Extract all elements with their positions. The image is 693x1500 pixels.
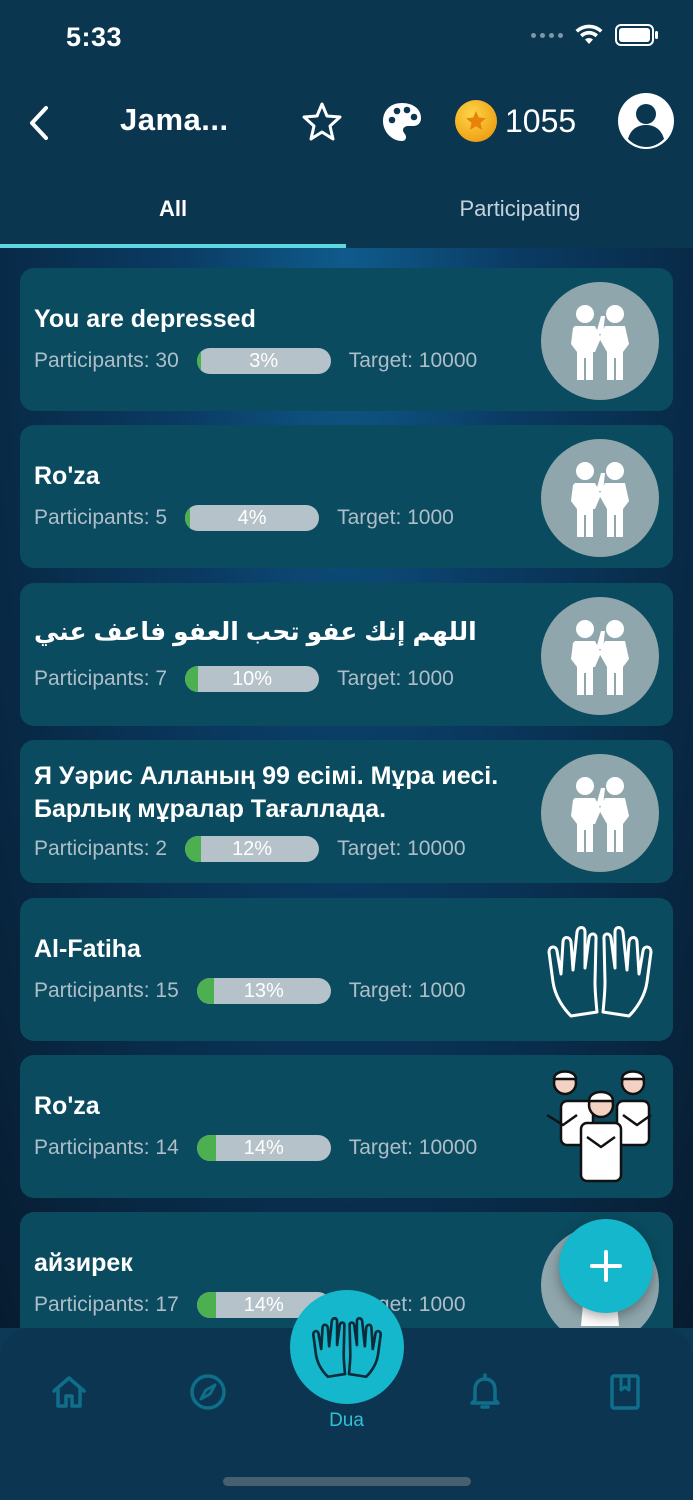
progress-bar: 12% — [185, 836, 320, 862]
book-icon — [610, 1374, 640, 1410]
home-indicator — [223, 1477, 471, 1486]
nav-dua-label: Dua — [329, 1410, 364, 1431]
two-people-icon — [541, 439, 659, 557]
progress-bar: 4% — [185, 505, 320, 531]
coin-icon — [455, 100, 497, 142]
header: Jama... 1055 — [0, 80, 693, 170]
nav-explore[interactable] — [184, 1368, 232, 1416]
card-title: Al-Fatiha — [34, 935, 141, 963]
nav-bookmarks[interactable] — [600, 1368, 648, 1416]
card-title: اللهم إنك عفو تحب العفو فاعف عني — [34, 618, 477, 646]
list-item[interactable]: You are depressed Participants: 30 3% Ta… — [20, 268, 673, 411]
progress-label: 14% — [243, 1136, 284, 1159]
praying-hands-icon — [541, 912, 659, 1030]
card-stats: Participants: 17 14% Target: 1000 — [34, 1292, 466, 1318]
jamaat-list[interactable]: You are depressed Participants: 30 3% Ta… — [0, 248, 693, 1328]
two-people-icon — [541, 282, 659, 400]
progress-fill — [185, 836, 202, 862]
signal-icon — [531, 32, 563, 38]
card-stats: Participants: 30 3% Target: 10000 — [34, 348, 477, 374]
target-count: Target: 10000 — [337, 837, 466, 860]
progress-fill — [196, 348, 201, 374]
card-stats: Participants: 2 12% Target: 10000 — [34, 836, 466, 862]
participants-count: Participants: 30 — [34, 349, 179, 372]
participants-count: Participants: 5 — [34, 506, 168, 529]
list-item[interactable]: اللهم إنك عفو تحب العفو فاعف عني Partici… — [20, 583, 673, 726]
status-icons — [531, 24, 659, 46]
progress-bar: 10% — [185, 666, 320, 692]
tab-all[interactable]: All — [0, 170, 346, 248]
palette-icon[interactable] — [380, 100, 424, 144]
plus-icon — [590, 1250, 622, 1282]
tab-bar: All Participating — [0, 170, 693, 248]
progress-bar: 13% — [196, 978, 331, 1004]
target-count: Target: 10000 — [348, 1136, 478, 1159]
status-time: 5:33 — [66, 22, 123, 52]
list-item[interactable]: Я Уәрис Алланың 99 есімі. Мұра иесі. Бар… — [20, 740, 673, 883]
card-stats: Participants: 5 4% Target: 1000 — [34, 505, 454, 531]
progress-fill — [185, 505, 191, 531]
target-count: Target: 1000 — [337, 506, 454, 529]
coin-count: 1055 — [505, 102, 577, 139]
status-bar: 5:33 — [0, 0, 693, 80]
progress-fill — [196, 1292, 216, 1318]
list-item[interactable]: Ro'za Participants: 5 4% Target: 1000 — [20, 425, 673, 568]
participants-count: Participants: 15 — [34, 979, 179, 1002]
nav-dua-button[interactable] — [290, 1290, 404, 1404]
target-count: Target: 10000 — [348, 349, 478, 372]
back-icon[interactable] — [22, 102, 56, 144]
two-people-icon — [541, 754, 659, 872]
participants-count: Participants: 17 — [34, 1293, 179, 1316]
list-item[interactable]: Ro'za Participants: 14 14% Target: 10000 — [20, 1055, 673, 1198]
card-title: Ro'za — [34, 462, 100, 490]
progress-fill — [196, 1135, 216, 1161]
wifi-icon — [575, 24, 603, 44]
two-people-icon — [541, 597, 659, 715]
star-icon[interactable] — [300, 100, 344, 144]
participants-count: Participants: 2 — [34, 837, 168, 860]
praying-group-icon — [541, 1067, 659, 1185]
card-stats: Participants: 7 10% Target: 1000 — [34, 666, 454, 692]
coin-balance[interactable]: 1055 — [455, 100, 576, 142]
progress-label: 3% — [249, 349, 279, 372]
card-title: айзирек — [34, 1249, 133, 1277]
compass-icon — [190, 1374, 226, 1410]
tab-participating[interactable]: Participating — [347, 170, 693, 248]
nav-notifications[interactable] — [461, 1368, 509, 1416]
target-count: Target: 1000 — [348, 979, 466, 1002]
progress-bar: 14% — [196, 1135, 331, 1161]
progress-bar: 3% — [196, 348, 331, 374]
home-icon — [52, 1376, 86, 1408]
progress-label: 13% — [243, 979, 284, 1002]
progress-label: 12% — [232, 837, 273, 860]
card-title: Ro'za — [34, 1092, 100, 1120]
target-count: Target: 1000 — [337, 667, 454, 690]
battery-icon — [615, 24, 658, 46]
progress-fill — [196, 978, 215, 1004]
praying-hands-icon — [311, 1316, 383, 1379]
card-stats: Participants: 14 14% Target: 10000 — [34, 1135, 477, 1161]
list-item[interactable]: Al-Fatiha Participants: 15 13% Target: 1… — [20, 898, 673, 1041]
participants-count: Participants: 7 — [34, 667, 168, 690]
add-jamaat-button[interactable] — [559, 1219, 653, 1313]
page-title: Jama... — [120, 102, 229, 137]
nav-home[interactable] — [45, 1368, 93, 1416]
progress-label: 10% — [232, 667, 273, 690]
progress-label: 4% — [237, 506, 267, 529]
bell-icon — [470, 1373, 500, 1409]
avatar-icon[interactable] — [617, 92, 675, 150]
card-stats: Participants: 15 13% Target: 1000 — [34, 978, 466, 1004]
progress-label: 14% — [243, 1293, 284, 1316]
card-title: You are depressed — [34, 305, 256, 333]
participants-count: Participants: 14 — [34, 1136, 179, 1159]
card-title: Я Уәрис Алланың 99 есімі. Мұра иесі. Бар… — [34, 762, 499, 823]
progress-fill — [185, 666, 199, 692]
